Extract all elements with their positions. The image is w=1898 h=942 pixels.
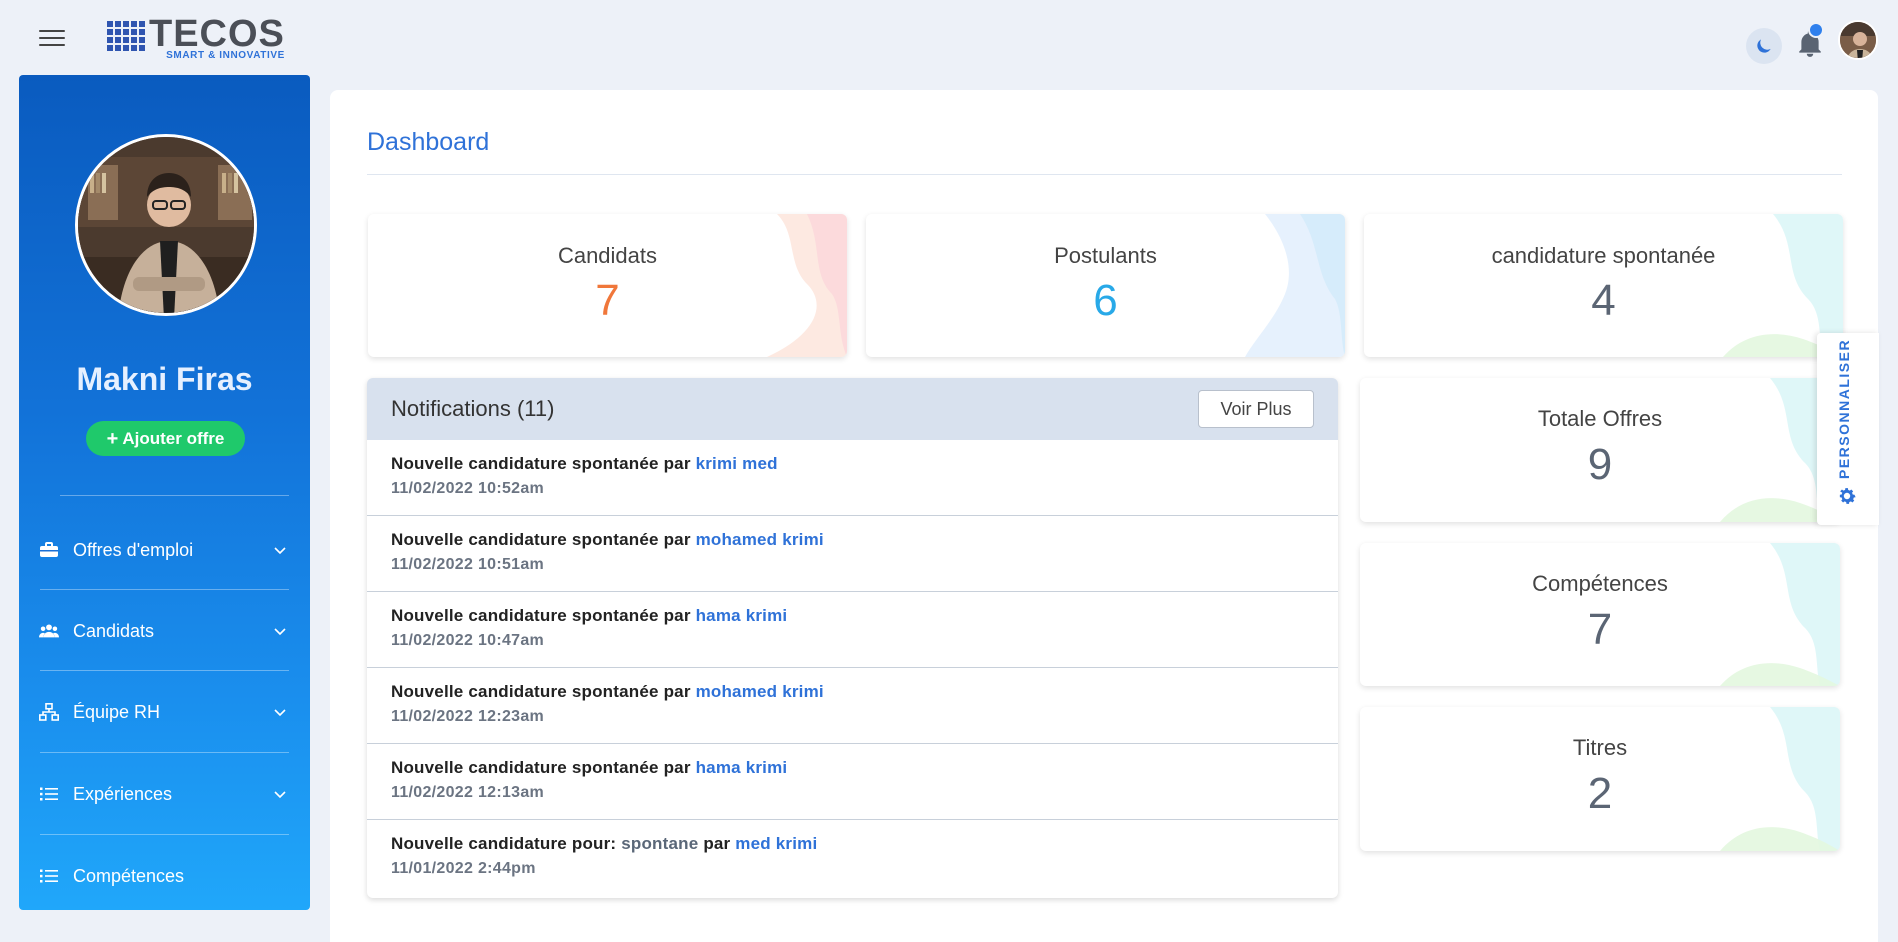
stat-label: Candidats	[557, 243, 658, 268]
stat-value: 2	[1587, 769, 1613, 818]
sidebar-item-label: Offres d'emploi	[73, 539, 194, 560]
plus-icon: +	[106, 427, 119, 450]
sidebar-item-candidats[interactable]: Candidats	[39, 611, 289, 651]
users-icon	[39, 621, 59, 641]
chevron-down-icon	[274, 791, 286, 799]
org-chart-icon	[39, 702, 59, 722]
sidebar-divider	[40, 589, 289, 590]
sidebar-divider	[60, 495, 289, 496]
profile-photo	[75, 134, 257, 316]
notification-date: 11/02/2022 12:13am	[391, 784, 545, 801]
stat-label: Compétences	[1532, 571, 1668, 596]
notification-date: 11/02/2022 10:51am	[391, 556, 545, 573]
notification-text: Nouvelle candidature pour:	[391, 834, 622, 853]
sidebar-item-label: Expériences	[73, 783, 173, 804]
notification-text: Nouvelle candidature spontanée par	[391, 682, 696, 701]
notification-item[interactable]: Nouvelle candidature spontanée par moham…	[367, 516, 1338, 592]
notifications-panel: Notifications (11) Voir Plus Nouvelle ca…	[367, 378, 1338, 898]
title-divider	[367, 174, 1842, 175]
notification-date: 11/02/2022 10:52am	[391, 480, 545, 497]
notification-item[interactable]: Nouvelle candidature spontanée par krimi…	[367, 440, 1338, 516]
notification-text: Nouvelle candidature spontanée par	[391, 454, 696, 473]
sidebar-item-label: Candidats	[73, 620, 155, 641]
candidate-link[interactable]: med krimi	[735, 834, 817, 853]
top-bar: TECOS SMART & INNOVATIVE	[0, 0, 1898, 75]
candidate-link[interactable]: krimi med	[696, 454, 778, 473]
sidebar-item-experiences[interactable]: Expériences	[39, 774, 289, 814]
stat-label: Titres	[1572, 735, 1628, 760]
sidebar-item-equipe-rh[interactable]: Équipe RH	[39, 692, 289, 732]
stat-value: 9	[1587, 440, 1613, 489]
logo-tagline: SMART & INNOVATIVE	[166, 50, 285, 61]
notification-badge	[1808, 22, 1824, 38]
sidebar-item-offres[interactable]: Offres d'emploi	[39, 530, 289, 570]
main-content: Dashboard Candidats 7 Postulants 6 candi…	[330, 90, 1878, 942]
stat-value: 4	[1591, 276, 1616, 325]
chevron-down-icon	[274, 628, 286, 636]
list-icon	[39, 866, 59, 886]
logo-grid-icon	[107, 21, 145, 51]
page-title: Dashboard	[367, 128, 490, 156]
stat-card-competences[interactable]: Compétences 7	[1360, 543, 1840, 686]
notification-date: 11/02/2022 10:47am	[391, 632, 545, 649]
candidate-link[interactable]: mohamed krimi	[696, 530, 824, 549]
stat-card-candidats[interactable]: Candidats 7	[368, 214, 847, 357]
voir-plus-button[interactable]: Voir Plus	[1198, 390, 1314, 428]
add-offer-label: Ajouter offre	[122, 428, 225, 448]
sidebar-item-competences[interactable]: Compétences	[39, 856, 289, 896]
user-name: Makni Firas	[76, 361, 253, 397]
briefcase-icon	[39, 540, 59, 560]
notification-date: 11/01/2022 2:44pm	[391, 860, 536, 877]
notification-text: Nouvelle candidature spontanée par	[391, 530, 696, 549]
sidebar-item-label: Équipe RH	[73, 701, 161, 722]
logo-main-text: TECOS	[149, 13, 285, 55]
stat-card-titres[interactable]: Titres 2	[1360, 707, 1840, 851]
stat-card-postulants[interactable]: Postulants 6	[866, 214, 1345, 357]
notification-date: 11/02/2022 12:23am	[391, 708, 545, 725]
position-label: spontane	[621, 834, 699, 853]
stat-value: 7	[595, 276, 620, 325]
sidebar-divider	[40, 670, 289, 671]
stat-value: 6	[1093, 276, 1118, 325]
notification-item[interactable]: Nouvelle candidature spontanée par hama …	[367, 744, 1338, 820]
notification-item[interactable]: Nouvelle candidature spontanée par moham…	[367, 668, 1338, 744]
stat-card-totale-offres[interactable]: Totale Offres 9	[1360, 378, 1840, 522]
list-icon	[39, 784, 59, 804]
notification-text: Nouvelle candidature spontanée par	[391, 606, 696, 625]
app-logo[interactable]: TECOS SMART & INNOVATIVE	[107, 13, 285, 61]
stat-value: 7	[1587, 605, 1613, 654]
sidebar: Makni Firas + Ajouter offre Offres d'emp…	[19, 75, 310, 910]
user-avatar[interactable]	[1838, 20, 1878, 60]
menu-toggle-icon[interactable]	[39, 30, 65, 50]
sidebar-divider	[40, 834, 289, 835]
sidebar-item-label: Compétences	[73, 865, 185, 886]
customizer-label: PERSONNALISER	[1836, 338, 1852, 479]
chevron-down-icon	[274, 547, 286, 555]
candidate-link[interactable]: hama krimi	[696, 606, 788, 625]
stat-card-candidature-spontanee[interactable]: candidature spontanée 4	[1364, 214, 1843, 357]
notifications-header: Notifications (11) Voir Plus	[367, 378, 1338, 440]
stat-label: Postulants	[1054, 243, 1157, 268]
chevron-down-icon	[274, 709, 286, 717]
notifications-title: Notifications (11)	[391, 396, 555, 421]
notification-text: par	[698, 834, 736, 853]
notification-item[interactable]: Nouvelle candidature pour: spontane par …	[367, 820, 1338, 896]
stat-label: candidature spontanée	[1491, 243, 1716, 268]
candidate-link[interactable]: hama krimi	[696, 758, 788, 777]
avatar-photo-icon	[1840, 22, 1876, 58]
notification-text: Nouvelle candidature spontanée par	[391, 758, 696, 777]
dark-mode-toggle[interactable]	[1746, 28, 1782, 64]
stat-label: Totale Offres	[1537, 406, 1663, 431]
add-offer-button[interactable]: + Ajouter offre	[86, 421, 245, 456]
gear-icon	[1839, 488, 1856, 504]
candidate-link[interactable]: mohamed krimi	[696, 682, 824, 701]
notification-item[interactable]: Nouvelle candidature spontanée par hama …	[367, 592, 1338, 668]
sidebar-divider	[40, 752, 289, 753]
profile-photo-icon	[78, 137, 254, 313]
customizer-tab[interactable]: PERSONNALISER	[1817, 333, 1879, 525]
moon-icon	[1757, 39, 1771, 53]
